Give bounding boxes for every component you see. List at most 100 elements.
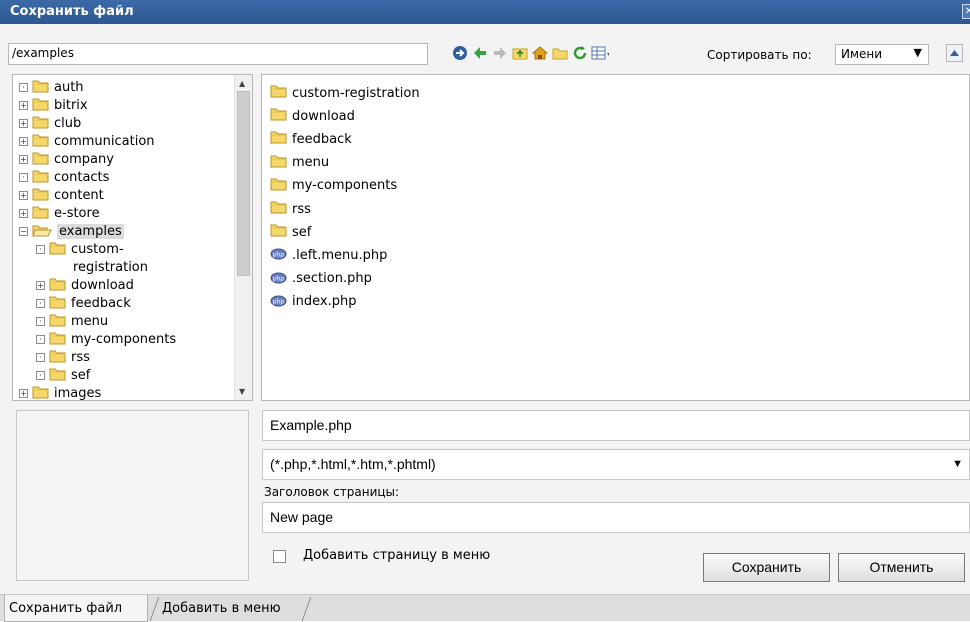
expand-icon[interactable]: + xyxy=(19,191,28,200)
tree-scrollbar[interactable]: ▲ ▼ xyxy=(234,75,252,400)
tree-item[interactable]: · menu xyxy=(36,313,108,330)
tree-leaf-icon[interactable]: · xyxy=(36,353,45,362)
file-name: custom-registration xyxy=(292,85,420,101)
tree-leaf-icon[interactable]: · xyxy=(36,317,45,326)
tree-item[interactable]: + company xyxy=(19,151,114,168)
file-name: index.php xyxy=(292,294,357,310)
tree-item[interactable]: + images xyxy=(19,385,101,400)
file-list-item[interactable]: custom-registration xyxy=(270,84,420,102)
expand-icon[interactable]: + xyxy=(19,119,28,128)
tab-separator xyxy=(301,597,312,621)
tree-item-label: custom- xyxy=(71,242,124,257)
tree-leaf-icon[interactable]: · xyxy=(19,83,28,92)
tree-leaf-icon[interactable]: · xyxy=(36,299,45,308)
php-file-icon: php xyxy=(270,292,287,312)
file-list-item[interactable]: php .left.menu.php xyxy=(270,246,387,264)
tree-item[interactable]: · auth xyxy=(19,79,84,96)
file-list-item[interactable]: php .section.php xyxy=(270,270,372,288)
svg-text:php: php xyxy=(273,298,285,305)
tree-item[interactable]: · contacts xyxy=(19,169,109,186)
new-folder-icon[interactable] xyxy=(551,44,569,62)
expand-icon[interactable]: + xyxy=(19,389,28,398)
up-folder-icon[interactable] xyxy=(511,44,529,62)
tree-item[interactable]: + download xyxy=(36,277,134,294)
tree-leaf-icon[interactable]: · xyxy=(36,245,45,254)
page-title-input[interactable]: New page xyxy=(262,502,970,533)
folder-icon xyxy=(32,79,49,97)
scroll-down-icon[interactable]: ▼ xyxy=(239,387,245,396)
file-list-item[interactable]: menu xyxy=(270,154,329,172)
tree-leaf-icon[interactable]: · xyxy=(36,335,45,344)
tab-add-to-menu[interactable]: Добавить в меню xyxy=(158,595,285,622)
file-list-item[interactable]: my-components xyxy=(270,177,397,195)
sort-select[interactable]: Имени ▼ xyxy=(835,44,929,65)
file-list-item[interactable]: sef xyxy=(270,223,311,241)
view-mode-icon[interactable] xyxy=(591,44,609,62)
svg-text:php: php xyxy=(273,252,285,259)
folder-tree: · auth + bitrix + club + communication + company ·… xyxy=(13,75,235,400)
folder-icon xyxy=(49,241,66,259)
tree-item[interactable]: + e-store xyxy=(19,205,100,222)
file-list-item[interactable]: download xyxy=(270,107,355,125)
tree-item-label: rss xyxy=(71,350,90,365)
home-icon[interactable] xyxy=(531,44,549,62)
file-list-item[interactable]: rss xyxy=(270,200,311,218)
tab-save-file[interactable]: Сохранить файл xyxy=(4,595,148,622)
dialog-titlebar: Сохранить файл ✕ xyxy=(0,0,970,24)
scrollbar-thumb[interactable] xyxy=(237,91,250,276)
folder-icon xyxy=(49,295,66,313)
folder-icon xyxy=(270,154,287,172)
filename-input[interactable]: Example.php xyxy=(262,410,970,441)
folder-icon xyxy=(49,277,66,295)
back-icon[interactable] xyxy=(471,44,489,62)
path-input[interactable]: /examples xyxy=(8,43,428,65)
folder-icon xyxy=(270,177,287,195)
scroll-up-icon[interactable]: ▲ xyxy=(239,79,245,88)
php-file-icon: php xyxy=(270,269,287,289)
file-list-item[interactable]: feedback xyxy=(270,130,352,148)
folder-icon xyxy=(32,223,52,241)
tree-item[interactable]: − examples xyxy=(19,223,124,240)
close-icon[interactable]: ✕ xyxy=(962,4,970,19)
add-to-menu-checkbox[interactable] xyxy=(273,550,286,563)
folder-icon xyxy=(49,331,66,349)
tree-item-label: club xyxy=(54,116,82,131)
file-list-panel: custom-registration download feedback menu m… xyxy=(261,74,970,401)
tree-leaf-icon[interactable]: · xyxy=(19,173,28,182)
tree-item[interactable]: · custom- xyxy=(36,241,124,258)
sort-label: Сортировать по: xyxy=(707,48,812,62)
add-to-menu-label: Добавить страницу в меню xyxy=(303,548,491,563)
go-icon[interactable] xyxy=(451,44,469,62)
tree-item[interactable]: · sef xyxy=(36,367,90,384)
toolbar-icons xyxy=(451,44,609,64)
refresh-icon[interactable] xyxy=(571,44,589,62)
tree-item[interactable]: registration xyxy=(73,259,148,276)
tree-item-label: menu xyxy=(71,314,109,329)
tree-item-label: contacts xyxy=(54,170,110,185)
collapse-icon[interactable]: − xyxy=(19,227,28,236)
cancel-button[interactable]: Отменить xyxy=(838,553,965,582)
tree-item[interactable]: · my-components xyxy=(36,331,176,348)
tree-item[interactable]: · feedback xyxy=(36,295,131,312)
tree-item-label: content xyxy=(54,188,104,203)
sort-direction-button[interactable] xyxy=(946,44,963,62)
tree-item[interactable]: + bitrix xyxy=(19,97,88,114)
forward-icon[interactable] xyxy=(491,44,509,62)
tree-item-label: registration xyxy=(73,260,149,275)
expand-icon[interactable]: + xyxy=(19,137,28,146)
expand-icon[interactable]: + xyxy=(19,155,28,164)
tree-item[interactable]: · rss xyxy=(36,349,90,366)
save-button[interactable]: Сохранить xyxy=(703,553,830,582)
expand-icon[interactable]: + xyxy=(19,101,28,110)
tree-item[interactable]: + club xyxy=(19,115,81,132)
expand-icon[interactable]: + xyxy=(36,281,45,290)
folder-icon xyxy=(32,169,49,187)
tree-leaf-icon[interactable]: · xyxy=(36,371,45,380)
folder-icon xyxy=(270,107,287,125)
file-list-item[interactable]: php index.php xyxy=(270,293,356,311)
file-name: my-components xyxy=(292,178,398,194)
filetype-select[interactable]: (*.php,*.html,*.htm,*.phtml) ▼ xyxy=(262,449,970,480)
tree-item[interactable]: + content xyxy=(19,187,104,204)
tree-item[interactable]: + communication xyxy=(19,133,155,150)
expand-icon[interactable]: + xyxy=(19,209,28,218)
